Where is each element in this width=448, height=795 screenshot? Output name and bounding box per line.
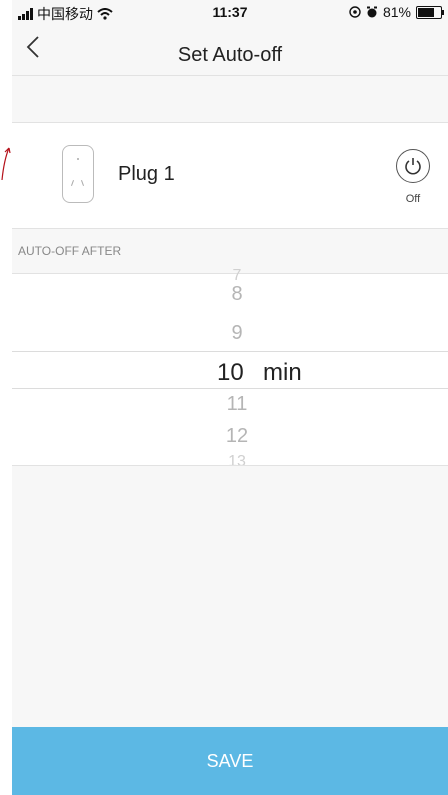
alarm-icon	[366, 6, 377, 18]
divider	[12, 228, 448, 229]
power-icon	[405, 158, 421, 175]
power-state-label: Off	[405, 193, 421, 205]
app-screen: 中国移动 11:37 81% Set Auto-off Plug 1 Off A…	[12, 0, 448, 795]
red-arrow-annotation	[1, 147, 11, 181]
picker-unit: min	[263, 359, 302, 386]
section-label: AUTO-OFF AFTER	[18, 244, 122, 258]
plug-icon	[62, 145, 94, 203]
divider	[12, 75, 448, 76]
page-title: Set Auto-off	[177, 44, 283, 66]
battery-icon	[416, 5, 444, 19]
battery-percent: 81%	[382, 4, 411, 20]
nav-bar: Set Auto-off	[12, 26, 448, 74]
power-button[interactable]	[396, 149, 430, 183]
device-name: Plug 1	[118, 163, 175, 185]
left-edge	[0, 0, 12, 795]
status-bar: 中国移动 11:37 81%	[12, 0, 448, 26]
divider	[12, 465, 448, 466]
status-right: 81%	[349, 4, 444, 20]
location-icon	[349, 6, 361, 18]
picker-option[interactable]: 12	[217, 425, 257, 448]
picker-option[interactable]: 9	[217, 322, 257, 345]
picker-option[interactable]: 8	[217, 283, 257, 306]
picker-option[interactable]: 11	[217, 393, 257, 416]
save-button[interactable]: SAVE	[12, 727, 448, 795]
device-row: Plug 1 Off	[12, 123, 448, 228]
picker-selection-bottom	[12, 388, 448, 389]
minute-picker[interactable]: 7 8 9 10 min 11 12 13	[12, 267, 448, 465]
picker-selected-value[interactable]: 10	[217, 359, 244, 387]
picker-selection-top	[12, 351, 448, 352]
picker-option[interactable]: 13	[217, 453, 257, 465]
